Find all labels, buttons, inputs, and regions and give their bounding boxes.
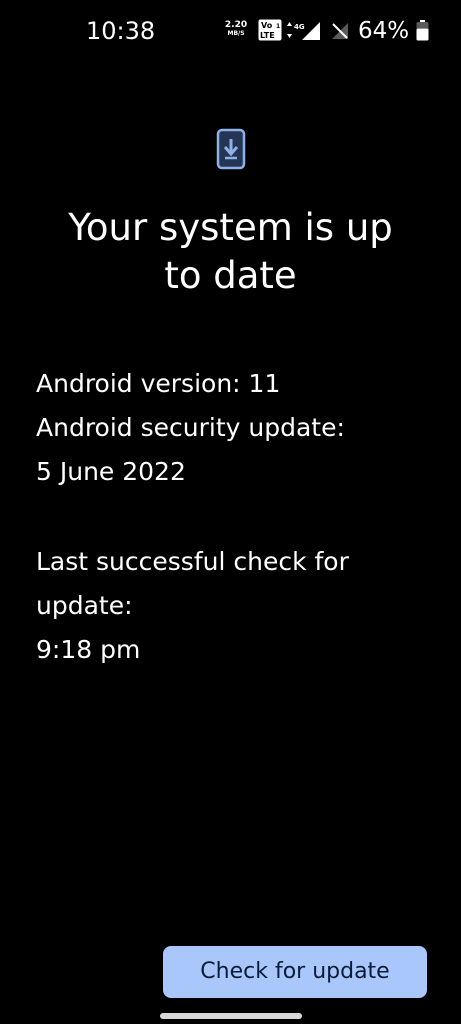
page-title: Your system is up to date xyxy=(68,206,393,297)
gesture-nav-handle[interactable] xyxy=(160,1013,302,1019)
svg-text:Vo: Vo xyxy=(261,21,273,30)
phone-download-icon xyxy=(216,128,246,170)
battery-percentage: 64% xyxy=(358,18,410,44)
android-version-text: Android version: 11 xyxy=(36,369,281,398)
svg-text:1: 1 xyxy=(276,23,280,30)
network-speed-unit: MB/S xyxy=(227,30,245,37)
status-time: 10:38 xyxy=(86,17,156,45)
version-info: Android version: 11 Android security upd… xyxy=(36,362,436,494)
battery-icon xyxy=(416,20,429,41)
last-check-label-cont: update: xyxy=(36,591,133,620)
network-speed-indicator: 2.20 MB/S xyxy=(222,20,250,38)
security-update-label: Android security update: xyxy=(36,413,345,442)
signal-strength-icon: 4G xyxy=(287,22,320,40)
check-for-update-button[interactable]: Check for update xyxy=(163,946,427,998)
svg-text:4G: 4G xyxy=(294,23,305,31)
volte-icon: Vo LTE 1 xyxy=(258,19,282,41)
status-bar: 10:38 2.20 MB/S Vo LTE 1 4G 64% xyxy=(0,0,461,64)
last-check-label: Last successful check for xyxy=(36,547,349,576)
security-update-date: 5 June 2022 xyxy=(36,457,186,486)
network-speed-value: 2.20 xyxy=(224,20,248,30)
no-sim-signal-icon xyxy=(332,23,348,39)
last-check-info: Last successful check for update: 9:18 p… xyxy=(36,540,436,672)
svg-text:LTE: LTE xyxy=(260,31,275,40)
last-check-time: 9:18 pm xyxy=(36,635,141,664)
